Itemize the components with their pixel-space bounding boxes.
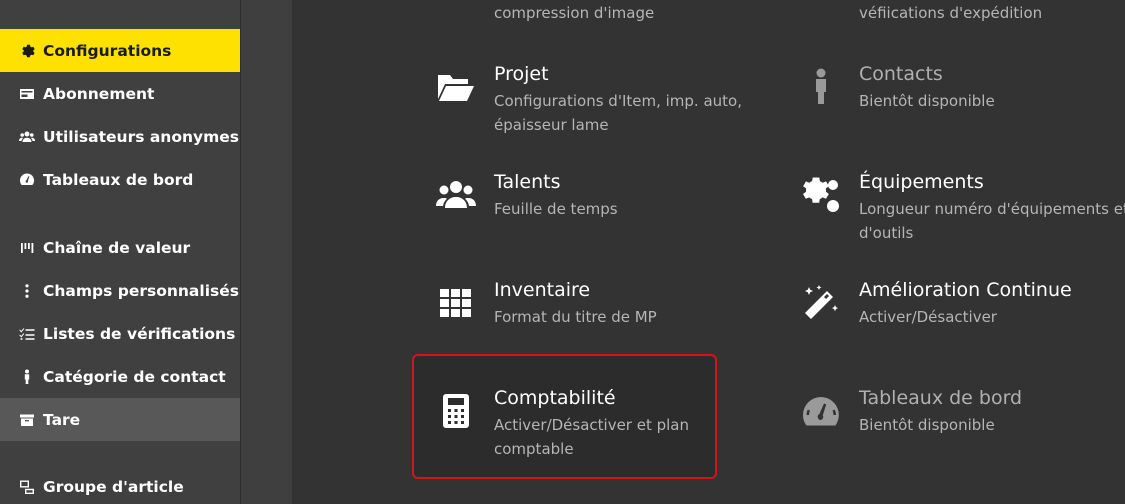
bars-icon xyxy=(18,239,36,257)
card-description: compression d'image xyxy=(494,4,655,22)
card-description: Bientôt disponible xyxy=(859,92,995,110)
users-icon xyxy=(18,128,36,146)
sidebar-item-champs-personnalises[interactable]: Champs personnalisés xyxy=(0,269,240,312)
magic-wand-icon xyxy=(799,281,843,325)
sidebar-item-utilisateurs-anonymes[interactable]: Utilisateurs anonymes xyxy=(0,115,240,158)
sidebar-item-label: Catégorie de contact xyxy=(43,367,226,386)
sidebar-item-label: Champs personnalisés xyxy=(43,281,239,300)
card-title: Tableaux de bord xyxy=(859,387,1023,409)
gear-icon xyxy=(18,42,36,60)
sidebar-item-label: Listes de vérifications xyxy=(43,324,236,343)
card-description: Feuille de temps xyxy=(494,200,618,218)
sidebar-item-label: Utilisateurs anonymes xyxy=(43,127,240,146)
sidebar-item-label: Groupe d'article xyxy=(43,477,184,496)
checklist-icon xyxy=(18,325,36,343)
person-icon xyxy=(799,65,843,109)
sidebar-gutter xyxy=(240,0,292,504)
gauge-icon xyxy=(18,171,36,189)
sidebar-item-groupe-d-article[interactable]: Groupe d'article xyxy=(0,465,240,504)
card-title: Amélioration Continue xyxy=(859,279,1072,301)
card-title: Talents xyxy=(494,171,561,193)
app-window: Configurations Abonnement Utilisateurs a… xyxy=(0,0,1125,504)
box-icon xyxy=(18,411,36,429)
folder-open-icon xyxy=(434,65,478,109)
card-description: Longueur numéro d'équipements et d'outil… xyxy=(859,200,1125,242)
card-description: Activer/Désactiver xyxy=(859,308,997,326)
card-description: véfiications d'expédition xyxy=(859,4,1043,22)
card-description: Bientôt disponible xyxy=(859,416,995,434)
card-title: Comptabilité xyxy=(494,387,616,409)
card-title: Contacts xyxy=(859,63,943,85)
settings-grid: compression d'image véfiications d'expéd… xyxy=(292,0,1125,504)
sidebar-item-label: Tare xyxy=(43,410,81,429)
gears-icon xyxy=(799,173,843,217)
sidebar-item-label: Abonnement xyxy=(43,84,155,103)
calculator-icon xyxy=(434,389,478,433)
person-icon xyxy=(18,368,36,386)
card-title: Projet xyxy=(494,63,549,85)
card-description: Format du titre de MP xyxy=(494,308,657,326)
card-description: Activer/Désactiver et plan comptable xyxy=(494,416,690,458)
gauge-icon xyxy=(799,389,843,433)
sidebar-item-chaine-de-valeur[interactable]: Chaîne de valeur xyxy=(0,226,240,269)
card-description: Configurations d'Item, imp. auto, épaiss… xyxy=(494,92,742,134)
users-icon xyxy=(434,173,478,217)
vertical-dots-icon xyxy=(18,282,36,300)
card-title: Inventaire xyxy=(494,279,591,301)
sidebar: Configurations Abonnement Utilisateurs a… xyxy=(0,0,240,504)
sidebar-item-label: Chaîne de valeur xyxy=(43,238,191,257)
grid-icon xyxy=(434,281,478,325)
sidebar-item-label: Configurations xyxy=(43,41,172,60)
card-icon xyxy=(18,85,36,103)
card-title: Équipements xyxy=(859,171,984,193)
sidebar-item-categorie-de-contact[interactable]: Catégorie de contact xyxy=(0,355,240,398)
sidebar-item-tableaux-de-bord[interactable]: Tableaux de bord xyxy=(0,158,240,201)
sidebar-item-label: Tableaux de bord xyxy=(43,170,194,189)
sidebar-item-configurations[interactable]: Configurations xyxy=(0,29,240,72)
sidebar-item-abonnement[interactable]: Abonnement xyxy=(0,72,240,115)
group-icon xyxy=(18,478,36,496)
sidebar-item-tare[interactable]: Tare xyxy=(0,398,240,441)
sidebar-item-listes-de-verifications[interactable]: Listes de vérifications xyxy=(0,312,240,355)
